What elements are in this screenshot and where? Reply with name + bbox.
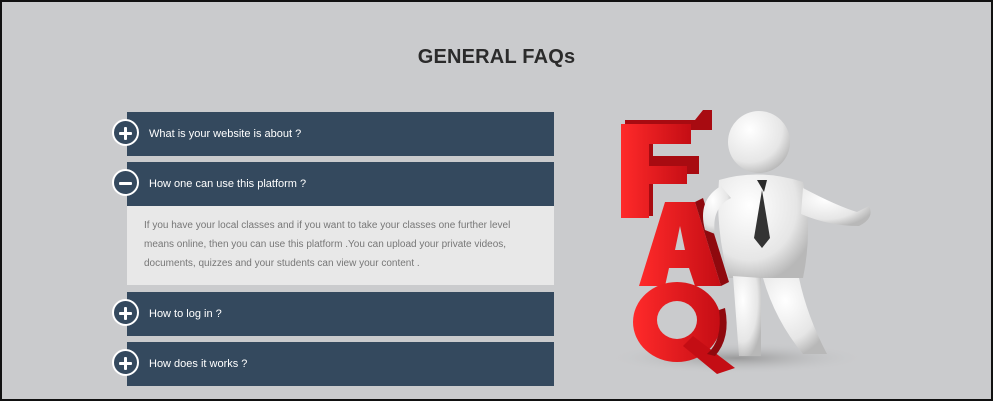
- page-title: GENERAL FAQs: [417, 46, 576, 68]
- faq-question-label: What is your website is about ?: [149, 128, 302, 140]
- faq-item: How does it works ?: [112, 342, 555, 386]
- faq-letters: [621, 110, 735, 374]
- faq-accordion: What is your website is about ? How one …: [112, 112, 555, 392]
- plus-circle-icon[interactable]: [112, 349, 139, 376]
- faq-question-label: How does it works ?: [149, 358, 248, 370]
- faq-question-label: How one can use this platform ?: [149, 178, 307, 190]
- faq-question-label: How to log in ?: [149, 308, 222, 320]
- plus-circle-icon[interactable]: [112, 299, 139, 326]
- faq-question-toggle[interactable]: How does it works ?: [112, 342, 554, 386]
- character-figure: [703, 111, 871, 356]
- faq-item: How to log in ?: [112, 292, 555, 336]
- plus-circle-icon[interactable]: [112, 119, 139, 146]
- minus-circle-icon[interactable]: [112, 169, 139, 196]
- faq-item: How one can use this platform ? If you h…: [112, 162, 555, 285]
- faq-section: GENERAL FAQs What is your website is abo…: [0, 0, 993, 401]
- faq-question-toggle[interactable]: How one can use this platform ?: [112, 162, 554, 206]
- faq-3d-man-illustration: [607, 110, 871, 374]
- faq-question-toggle[interactable]: How to log in ?: [112, 292, 554, 336]
- faq-item: What is your website is about ?: [112, 112, 555, 156]
- faq-question-toggle[interactable]: What is your website is about ?: [112, 112, 554, 156]
- faq-answer: If you have your local classes and if yo…: [127, 206, 554, 285]
